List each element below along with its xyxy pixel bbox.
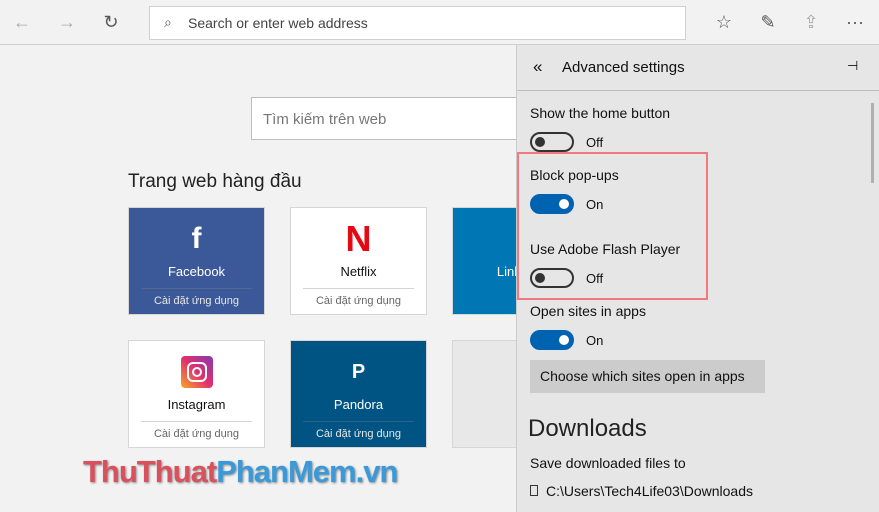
favorites-icon[interactable]: ☆ <box>712 12 736 33</box>
home-button-toggle[interactable] <box>530 132 574 152</box>
file-icon <box>530 485 538 496</box>
tile-name: Instagram <box>167 397 226 412</box>
install-app-link[interactable]: Cài đặt ứng dụng <box>291 295 426 307</box>
choose-sites-button[interactable]: Choose which sites open in apps <box>530 360 765 393</box>
panel-title: Advanced settings <box>562 59 685 76</box>
open-sites-in-apps-toggle[interactable] <box>530 330 574 350</box>
back-icon[interactable]: ← <box>10 12 34 33</box>
install-app-link[interactable]: Cài đặt ứng dụng <box>129 428 264 440</box>
tile-instagram[interactable]: Instagram Cài đặt ứng dụng <box>128 340 265 448</box>
setting-label: Open sites in apps <box>530 303 646 319</box>
linkedin-icon: i <box>453 222 516 256</box>
tile-netflix[interactable]: N Netflix Cài đặt ứng dụng <box>290 207 427 315</box>
tile-facebook[interactable]: f Facebook Cài đặt ứng dụng <box>128 207 265 315</box>
tile-name: Netflix <box>340 264 377 279</box>
address-placeholder: Search or enter web address <box>188 15 368 31</box>
highlight-box <box>517 152 708 300</box>
download-path-text: C:\Users\Tech4Life03\Downloads <box>546 483 753 499</box>
web-search-input[interactable]: Tìm kiếm trên web <box>251 97 526 140</box>
tile-pandora[interactable]: P Pandora Cài đặt ứng dụng <box>290 340 427 448</box>
setting-label: Show the home button <box>530 105 671 121</box>
scrollbar[interactable] <box>871 103 874 183</box>
share-icon[interactable]: ⇪ <box>799 12 823 33</box>
refresh-icon[interactable]: ↻ <box>99 12 123 33</box>
instagram-icon <box>181 356 213 388</box>
tile-linkedin[interactable]: i LinkedIn <box>452 207 516 315</box>
pen-icon[interactable]: ✎ <box>756 12 780 33</box>
watermark: ThuThuatPhanMem.vn <box>83 454 398 489</box>
top-sites-title: Trang web hàng đầu <box>128 171 302 192</box>
toggle-state: Off <box>586 135 604 150</box>
pandora-icon: P <box>351 361 366 383</box>
pin-icon[interactable]: ⊣ <box>847 58 858 74</box>
install-app-link[interactable]: Cài đặt ứng dụng <box>291 428 426 440</box>
tile-name: LinkedIn <box>496 264 516 279</box>
tile-name: Facebook <box>167 264 226 279</box>
collapse-icon[interactable]: « <box>533 57 542 77</box>
save-location-label: Save downloaded files to <box>530 455 686 471</box>
install-app-link[interactable]: Cài đặt ứng dụng <box>129 295 264 307</box>
tile-name: Pandora <box>333 397 384 412</box>
facebook-icon: f <box>191 222 202 255</box>
tile-add[interactable] <box>452 340 516 448</box>
browser-toolbar: ← → ↻ ⌕ Search or enter web address ☆ ✎ ⇪… <box>0 0 879 45</box>
toggle-state: On <box>586 333 604 348</box>
address-bar[interactable]: ⌕ Search or enter web address <box>149 6 686 40</box>
netflix-icon: N <box>345 218 372 259</box>
forward-icon[interactable]: → <box>55 12 79 33</box>
more-icon[interactable]: ··· <box>843 12 867 33</box>
downloads-heading: Downloads <box>528 415 647 442</box>
panel-header: « Advanced settings ⊣ <box>517 45 879 91</box>
download-path[interactable]: C:\Users\Tech4Life03\Downloads <box>530 483 753 499</box>
search-icon: ⌕ <box>164 14 172 30</box>
